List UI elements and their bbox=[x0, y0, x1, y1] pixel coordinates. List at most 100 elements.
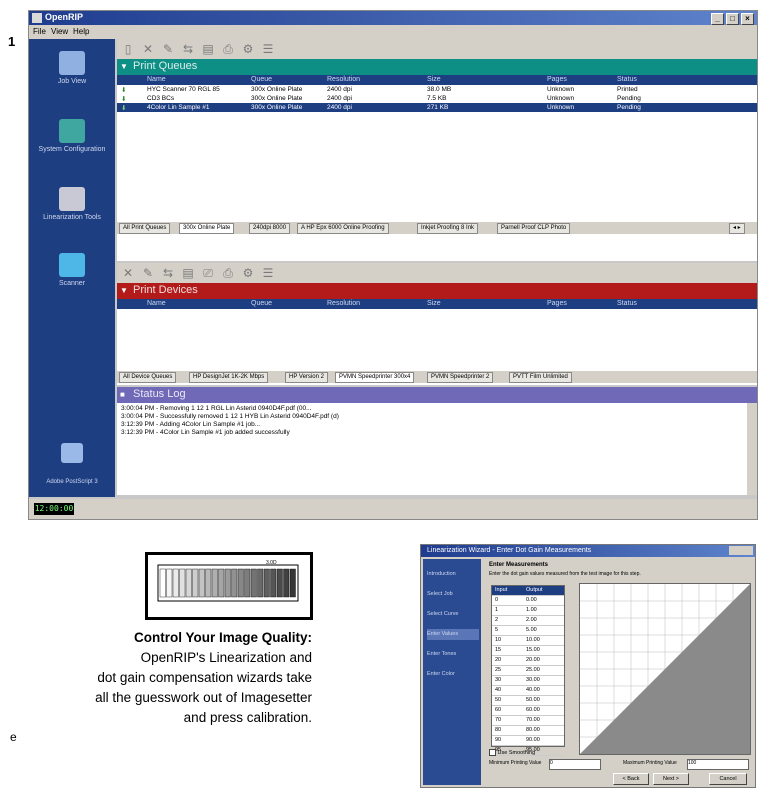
queue-column-headers: Name Queue Resolution Size Pages Status bbox=[117, 75, 757, 85]
log-line: 3:12:39 PM - 4Color Lin Sample #1 job ad… bbox=[121, 429, 290, 436]
col-pages[interactable]: Pages bbox=[547, 300, 567, 307]
wedge-step bbox=[224, 568, 231, 598]
table-row[interactable]: 30 30.00 bbox=[492, 676, 564, 686]
tab-all-print-queues[interactable]: All Print Queues bbox=[119, 223, 171, 234]
maximize-button[interactable]: □ bbox=[726, 13, 739, 25]
status-log-pane: ■ Status Log 3:00:04 PM - Removing 1 12 … bbox=[117, 387, 757, 495]
col-queue[interactable]: Queue bbox=[251, 76, 272, 83]
wizard-step-current[interactable]: Enter Values bbox=[427, 629, 479, 640]
col-name[interactable]: Name bbox=[147, 300, 166, 307]
new-icon[interactable]: ▯ bbox=[121, 42, 135, 56]
tab-pvtt-film[interactable]: PVTT Film Unlimited bbox=[509, 372, 572, 383]
log-scrollbar[interactable] bbox=[747, 403, 757, 495]
table-row[interactable]: 60 60.00 bbox=[492, 706, 564, 716]
tab-scroll-arrows[interactable]: ◂ ▸ bbox=[729, 223, 745, 234]
folder-icon[interactable]: ▤ bbox=[181, 266, 195, 280]
print-icon[interactable]: ⎙ bbox=[221, 266, 235, 280]
tab-hp-epx[interactable]: A HP Epx 6000 Online Proofing bbox=[297, 223, 389, 234]
tab-inkjet-proofing[interactable]: Inkjet Proofing 8 Ink bbox=[417, 223, 479, 234]
measurement-table[interactable]: Input Output 0 0.00 1 1.00 2 2.00 5 5.00 10 10.00… bbox=[491, 585, 565, 756]
tab-hp-version[interactable]: HP Version 2 bbox=[285, 372, 328, 383]
properties-icon[interactable]: ☰ bbox=[261, 42, 275, 56]
table-row[interactable]: 50 50.00 bbox=[492, 696, 564, 706]
table-row[interactable]: 2 2.00 bbox=[492, 616, 564, 626]
wizard-step[interactable]: Select Curve bbox=[427, 609, 479, 620]
next-button[interactable]: Next > bbox=[653, 773, 689, 785]
edit-icon[interactable]: ✎ bbox=[141, 266, 155, 280]
col-status[interactable]: Status bbox=[617, 300, 637, 307]
back-button[interactable]: < Back bbox=[613, 773, 649, 785]
col-size[interactable]: Size bbox=[427, 300, 441, 307]
move-icon[interactable]: ⇆ bbox=[161, 266, 175, 280]
menu-view[interactable]: View bbox=[51, 27, 68, 36]
table-row[interactable]: 20 20.00 bbox=[492, 656, 564, 666]
properties-icon[interactable]: ☰ bbox=[261, 266, 275, 280]
col-resolution[interactable]: Resolution bbox=[327, 76, 360, 83]
cancel-button[interactable]: Cancel bbox=[709, 773, 747, 785]
settings-icon[interactable]: ⚙ bbox=[241, 42, 255, 56]
table-row[interactable]: 0 0.00 bbox=[492, 596, 564, 606]
col-pages[interactable]: Pages bbox=[547, 76, 567, 83]
folder-icon[interactable]: ▤ bbox=[201, 42, 215, 56]
table-row[interactable]: 5 5.00 bbox=[492, 626, 564, 636]
col-status[interactable]: Status bbox=[617, 76, 637, 83]
table-row[interactable]: 10 10.00 bbox=[492, 636, 564, 646]
menu-help[interactable]: Help bbox=[73, 27, 89, 36]
tab-pvmn-2[interactable]: PVMN Speedprinter 2 bbox=[427, 372, 494, 383]
caption: Control Your Image Quality: OpenRIP's Li… bbox=[70, 628, 312, 728]
collapse-arrow-icon[interactable]: ▼ bbox=[120, 286, 128, 295]
max-value-field[interactable]: 100 bbox=[687, 759, 749, 770]
tab-240dpi[interactable]: 240dpi 8000 bbox=[249, 223, 291, 234]
nav-job-view[interactable]: Job View bbox=[29, 51, 115, 85]
table-row[interactable]: 25 25.00 bbox=[492, 666, 564, 676]
nav-scanner[interactable]: Scanner bbox=[29, 253, 115, 287]
job-status-icon: ⬇ bbox=[121, 105, 127, 112]
table-row[interactable]: 1 1.00 bbox=[492, 606, 564, 616]
col-resolution[interactable]: Resolution bbox=[327, 300, 360, 307]
tab-300x-online-plate[interactable]: 300x Online Plate bbox=[179, 223, 235, 234]
edit-icon[interactable]: ✎ bbox=[161, 42, 175, 56]
wedge-step bbox=[172, 568, 179, 598]
tab-parnell-proof[interactable]: Parnell Proof CLP Photo bbox=[497, 223, 571, 234]
table-row-selected[interactable]: ⬇ 4Color Lin Sample #1 300x Online Plate… bbox=[117, 103, 757, 112]
table-row[interactable]: 70 70.00 bbox=[492, 716, 564, 726]
wizard-step[interactable]: Enter Color bbox=[427, 669, 479, 680]
log-lines: 3:00:04 PM - Removing 1 12 1 RGL Lin Ast… bbox=[117, 403, 757, 439]
wizard-step[interactable]: Enter Tones bbox=[427, 649, 479, 660]
move-icon[interactable]: ⇆ bbox=[181, 42, 195, 56]
wizard-step[interactable]: Select Job bbox=[427, 589, 479, 600]
table-row[interactable]: 15 15.00 bbox=[492, 646, 564, 656]
wizard-titlebar: Linearization Wizard - Enter Dot Gain Me… bbox=[421, 545, 755, 557]
nav-system-config[interactable]: System Configuration bbox=[29, 119, 115, 153]
table-row[interactable]: 80 80.00 bbox=[492, 726, 564, 736]
menu-file[interactable]: File bbox=[33, 27, 46, 36]
job-view-icon bbox=[59, 51, 85, 75]
minimize-button[interactable]: _ bbox=[711, 13, 724, 25]
wizard-step[interactable]: Introduction bbox=[427, 569, 479, 580]
nav-linearization[interactable]: Linearization Tools bbox=[29, 187, 115, 221]
col-queue[interactable]: Queue bbox=[251, 300, 272, 307]
col-size[interactable]: Size bbox=[427, 76, 441, 83]
print-icon[interactable]: ⎙ bbox=[221, 42, 235, 56]
collapse-arrow-icon[interactable]: ▼ bbox=[120, 62, 128, 71]
close-button[interactable]: × bbox=[741, 13, 754, 25]
delete-icon[interactable]: ✕ bbox=[141, 42, 155, 56]
table-row[interactable]: 40 40.00 bbox=[492, 686, 564, 696]
wizard-window-buttons[interactable] bbox=[729, 546, 753, 555]
app-icon bbox=[32, 13, 42, 23]
delete-icon[interactable]: ✕ bbox=[121, 266, 135, 280]
settings-icon[interactable]: ⚙ bbox=[241, 266, 255, 280]
table-row[interactable]: 90 90.00 bbox=[492, 736, 564, 746]
checkbox-icon[interactable] bbox=[489, 749, 496, 756]
device-icon[interactable]: ⎚ bbox=[201, 266, 215, 280]
smoothing-checkbox[interactable]: Use Smoothing bbox=[489, 749, 535, 756]
tab-hp-designjet[interactable]: HP DesignJet 1K-2K Mbps bbox=[189, 372, 269, 383]
window-titlebar: OpenRIP _ □ × bbox=[29, 11, 757, 25]
wizard-heading: Enter Measurements bbox=[489, 562, 549, 568]
min-value-field[interactable]: 0 bbox=[549, 759, 601, 770]
col-name[interactable]: Name bbox=[147, 76, 166, 83]
tab-pvmn-300x4[interactable]: PVMN Speedprinter 300x4 bbox=[335, 372, 415, 383]
table-row[interactable]: ⬇ HYC Scanner 70 RGL 85 300x Online Plat… bbox=[117, 85, 757, 94]
tab-all-device-queues[interactable]: All Device Queues bbox=[119, 372, 177, 383]
table-row[interactable]: ⬇ CD3 BCs 300x Online Plate 2400 dpi 7.5… bbox=[117, 94, 757, 103]
